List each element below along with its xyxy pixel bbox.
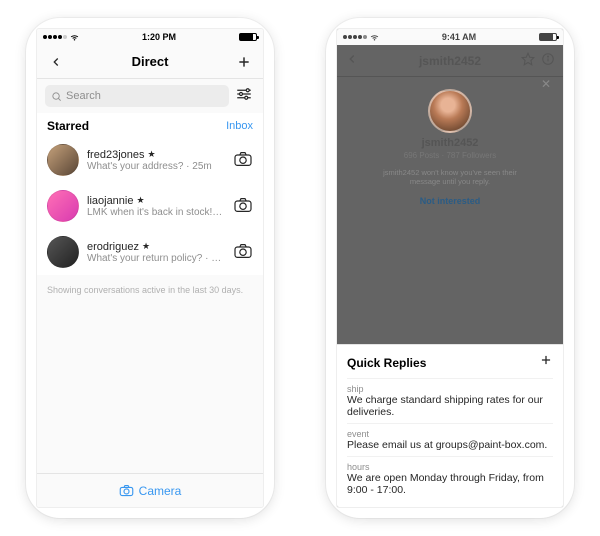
search-input[interactable]: Search [45,85,229,107]
nav-title: jsmith2452 [419,54,481,68]
filter-icon[interactable] [235,87,255,105]
conversation-row[interactable]: fred23jones★ What's your address? · 25m [37,137,263,183]
profile-card: ✕ jsmith2452 696 Posts · 787 Followers j… [343,81,557,344]
reply-text: We charge standard shipping rates for ou… [347,394,553,418]
username: fred23jones [87,149,145,161]
nav-bar: Direct [37,45,263,79]
reply-text: We are open Monday through Friday, from … [347,472,553,496]
battery-icon [539,33,557,41]
profile-avatar [428,89,472,133]
reply-tag: event [347,429,553,439]
profile-hint: jsmith2452 won't know you've seen their … [375,168,525,186]
close-icon[interactable]: ✕ [541,77,551,91]
camera-tab[interactable]: Camera [37,473,263,507]
timestamp: 25m [192,161,211,172]
camera-icon [119,484,134,497]
quick-reply-item[interactable]: event Please email us at groups@paint-bo… [347,423,553,456]
status-bar: 1:20 PM [37,29,263,45]
reply-tag: hours [347,462,553,472]
preview: What's your return policy? [87,253,202,264]
inbox-link[interactable]: Inbox [226,120,253,132]
nav-bar: jsmith2452 [337,45,563,77]
status-time: 1:20 PM [142,32,176,42]
profile-username: jsmith2452 [422,137,479,149]
wifi-icon [70,34,79,41]
add-quick-reply-icon[interactable] [539,353,553,372]
preview: What's your address? [87,161,183,172]
status-bar: 9:41 AM [337,29,563,45]
sheet-title: Quick Replies [347,356,426,370]
conversation-row[interactable]: erodriguez★ What's your return policy? ·… [37,229,263,275]
reply-text: Please email us at groups@paint-box.com. [347,439,553,451]
conversation-row[interactable]: liaojannie★ LMK when it's back in stock!… [37,183,263,229]
signal-dots-icon [43,35,67,39]
screen-quick-replies: 9:41 AM jsmith2452 ✕ jsmith2452 [336,28,564,508]
camera-icon[interactable] [233,151,253,169]
timestamp: 25m [211,253,225,264]
compose-icon[interactable] [235,53,253,71]
phone-left: 1:20 PM Direct Search Starred [26,18,274,518]
camera-icon[interactable] [233,197,253,215]
search-placeholder: Search [66,90,101,102]
screen-direct: 1:20 PM Direct Search Starred [36,28,264,508]
profile-stats: 696 Posts · 787 Followers [404,151,497,160]
back-icon[interactable] [345,52,359,71]
back-icon[interactable] [47,53,65,71]
star-outline-icon[interactable] [521,52,535,66]
preview: LMK when it's back in stock! [87,207,222,218]
wifi-icon [370,34,379,41]
info-icon[interactable] [541,52,555,66]
star-icon: ★ [136,195,144,206]
quick-replies-sheet: Quick Replies ship We charge standard sh… [337,344,563,507]
camera-icon[interactable] [233,243,253,261]
quick-reply-item[interactable]: ship We charge standard shipping rates f… [347,378,553,423]
signal-dots-icon [343,35,367,39]
conversation-list: fred23jones★ What's your address? · 25m … [37,137,263,275]
reply-tag: ship [347,384,553,394]
quick-reply-item[interactable]: hours We are open Monday through Friday,… [347,456,553,501]
username: liaojannie [87,195,133,207]
username: erodriguez [87,241,139,253]
avatar [47,236,79,268]
section-header: Starred Inbox [37,113,263,137]
nav-title: Direct [132,54,169,69]
star-icon: ★ [148,149,156,160]
camera-label: Camera [139,484,182,498]
search-row: Search [37,79,263,113]
avatar [47,190,79,222]
section-label: Starred [47,119,89,133]
not-interested-link[interactable]: Not interested [420,196,481,206]
dim-overlay: 9:41 AM jsmith2452 ✕ jsmith2452 [337,29,563,507]
avatar [47,144,79,176]
footer-note: Showing conversations active in the last… [37,275,263,295]
phone-right: 9:41 AM jsmith2452 ✕ jsmith2452 [326,18,574,518]
battery-icon [239,33,257,41]
star-icon: ★ [142,241,150,252]
search-icon [51,91,62,102]
status-time: 9:41 AM [442,32,476,42]
